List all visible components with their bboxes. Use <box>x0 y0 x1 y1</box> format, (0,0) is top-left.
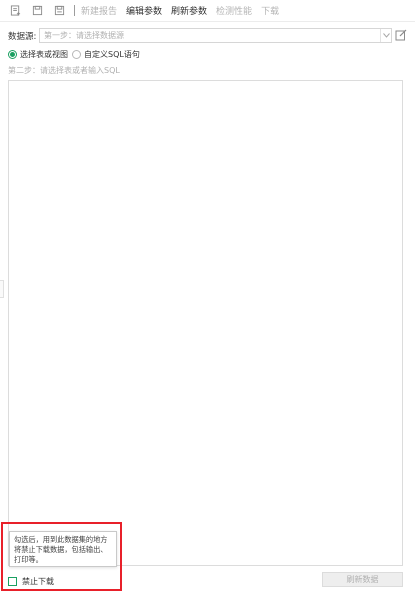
download-button[interactable]: 下载 <box>261 4 279 17</box>
forbid-download-tooltip: 勾选后，用到此数据集的地方将禁止下载数据，包括输出、打印等。 <box>9 531 117 567</box>
radio-custom-sql[interactable] <box>72 49 81 59</box>
forbid-download-row: 禁止下载 <box>8 575 54 587</box>
toolbar-divider <box>74 5 75 16</box>
refresh-params-button[interactable]: 刷新参数 <box>171 4 207 17</box>
datasource-select[interactable]: 第一步：请选择数据源 <box>39 28 392 43</box>
radio-table-view[interactable] <box>8 49 17 59</box>
forbid-download-checkbox[interactable] <box>8 576 17 586</box>
edit-icon[interactable] <box>395 29 407 41</box>
step2-hint: 第二步：请选择表或者输入SQL <box>8 66 120 75</box>
datasource-label: 数据源: <box>8 31 37 42</box>
check-performance-button[interactable]: 检测性能 <box>216 4 252 17</box>
new-page-icon[interactable] <box>9 5 21 17</box>
toolbar: 新建报告 编辑参数 刷新参数 检测性能 下载 <box>0 0 415 22</box>
new-report-button[interactable]: 新建报告 <box>81 4 117 17</box>
side-collapse-handle[interactable] <box>0 280 4 298</box>
mode-radio-group: 选择表或视图 自定义SQL语句 <box>8 48 144 60</box>
datasource-placeholder: 第一步：请选择数据源 <box>44 31 124 40</box>
forbid-download-label[interactable]: 禁止下载 <box>22 576 54 587</box>
edit-params-button[interactable]: 编辑参数 <box>126 4 162 17</box>
refresh-data-button[interactable]: 刷新数据 <box>322 572 403 587</box>
radio-table-view-label[interactable]: 选择表或视图 <box>20 49 68 60</box>
chevron-down-icon[interactable] <box>380 29 391 42</box>
save-as-icon[interactable] <box>53 5 65 17</box>
radio-custom-sql-label[interactable]: 自定义SQL语句 <box>84 49 140 60</box>
save-icon[interactable] <box>31 5 43 17</box>
sql-table-editor[interactable] <box>8 80 403 566</box>
datasource-row: 数据源: 第一步：请选择数据源 <box>8 28 407 43</box>
